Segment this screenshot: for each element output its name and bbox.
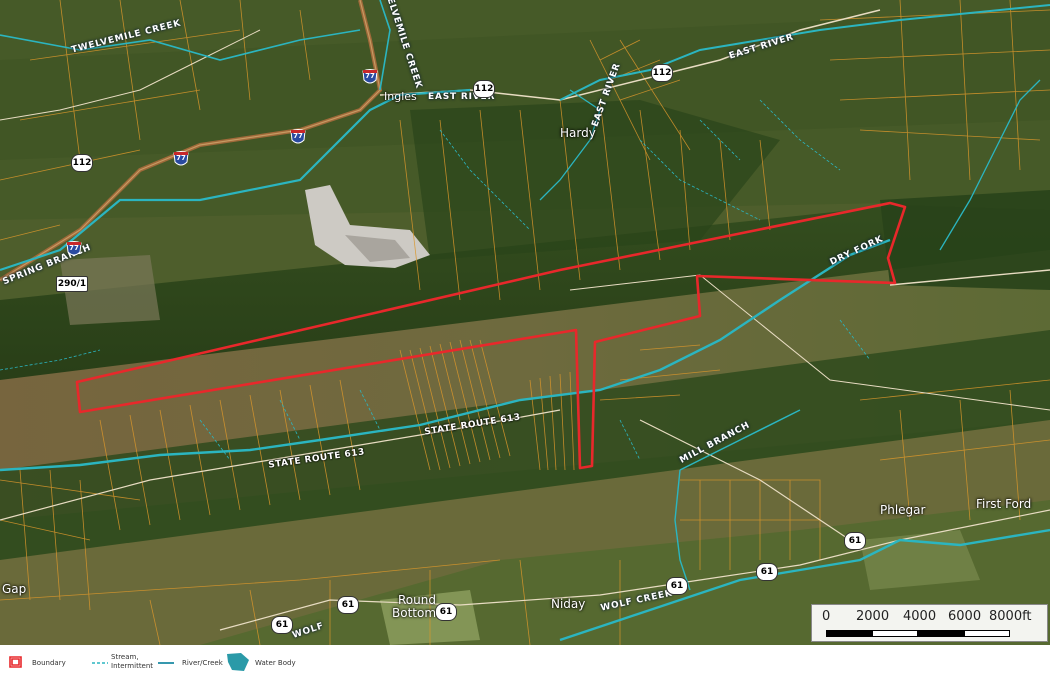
route-61-shield: 61 [756, 563, 778, 581]
interstate-77-shield: 77 [172, 150, 190, 168]
route-61-shield: 61 [271, 616, 293, 634]
water-body-swatch-icon [227, 653, 249, 671]
scale-segment [964, 630, 1010, 637]
town-label-first-ford: First Ford [976, 497, 1032, 511]
river-swatch-icon [158, 662, 174, 664]
scale-tick: 2000 [856, 609, 890, 624]
route-61-shield: 61 [666, 577, 688, 595]
legend-label-water-body: Water Body [255, 659, 296, 667]
town-label-niday: Niday [551, 597, 586, 611]
town-label-round: Round [398, 593, 436, 607]
map-canvas[interactable]: TWELVEMILE CREEK TWELVEMILE CREEK EAST R… [0, 0, 1050, 645]
legend-label-intermittent: Intermittent [111, 662, 154, 670]
scale-tick: 0 [822, 609, 831, 624]
legend-label-stream: Stream, [111, 653, 139, 661]
route-112-shield: 112 [71, 154, 93, 172]
town-label-phlegar: Phlegar [880, 503, 926, 517]
town-label-hardy: Hardy [560, 126, 596, 140]
legend-label-boundary: Boundary [32, 659, 66, 667]
town-label-bottom: Bottom [392, 606, 437, 620]
interstate-77-shield: 77 [65, 240, 83, 258]
route-61-shield: 61 [337, 596, 359, 614]
scale-tick: 4000 [903, 609, 937, 624]
town-label-gap: Gap [2, 582, 27, 596]
interstate-77-shield: 77 [289, 128, 307, 146]
town-label-ingles: Ingles [384, 90, 417, 103]
map-legend: Boundary Stream, Intermittent River/Cree… [0, 645, 1050, 700]
scale-segment [872, 630, 918, 637]
scale-segment [826, 630, 872, 637]
scale-tick: 6000 [948, 609, 982, 624]
route-61-shield: 61 [435, 603, 457, 621]
boundary-swatch-icon [9, 656, 22, 668]
scale-segment [918, 630, 964, 637]
route-61-shield: 61 [844, 532, 866, 550]
route-112-shield: 112 [651, 64, 673, 82]
scale-bar: 0 2000 4000 6000 8000ft [811, 604, 1048, 642]
map-imagery [0, 0, 1050, 645]
interstate-77-shield: 77 [361, 68, 379, 86]
scale-tick: 8000ft [989, 609, 1032, 624]
stream-swatch-icon [92, 662, 108, 664]
route-290-shield: 290/1 [56, 276, 88, 292]
route-112-shield: 112 [473, 80, 495, 98]
legend-label-river: River/Creek [182, 659, 223, 667]
